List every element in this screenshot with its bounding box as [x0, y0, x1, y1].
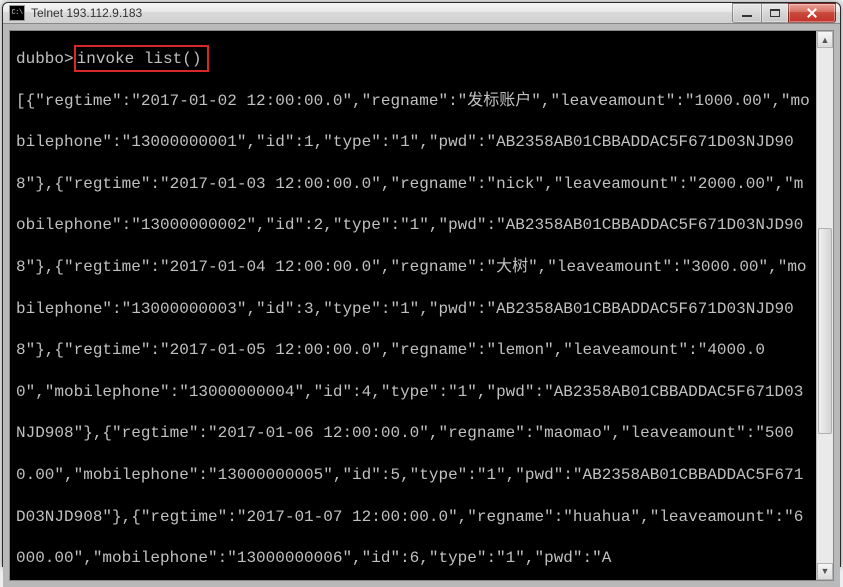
- maximize-button[interactable]: [761, 3, 789, 23]
- window-controls: [733, 3, 836, 23]
- scroll-up-button[interactable]: ▲: [817, 31, 833, 48]
- maximize-icon: [770, 9, 780, 17]
- terminal-output[interactable]: dubbo>invoke list() [{"regtime":"2017-01…: [10, 31, 816, 580]
- telnet-window: C:\ Telnet 193.112.9.183 dubbo>invoke li…: [2, 2, 841, 567]
- vertical-scrollbar[interactable]: ▲ ▼: [816, 31, 833, 580]
- output-text: [{"regtime":"2017-01-02 12:00:00.0","reg…: [16, 92, 810, 568]
- prompt: dubbo>: [16, 50, 74, 68]
- scroll-thumb[interactable]: [818, 228, 832, 434]
- scroll-down-button[interactable]: ▼: [817, 563, 833, 580]
- minimize-button[interactable]: [732, 3, 762, 23]
- minimize-icon: [742, 15, 752, 17]
- close-icon: [806, 7, 818, 19]
- titlebar[interactable]: C:\ Telnet 193.112.9.183: [3, 3, 840, 24]
- command-highlight: invoke list(): [74, 45, 210, 72]
- scroll-track[interactable]: [817, 48, 833, 563]
- close-button[interactable]: [788, 3, 836, 23]
- client-area: dubbo>invoke list() [{"regtime":"2017-01…: [3, 24, 840, 587]
- cmd-icon: C:\: [9, 5, 25, 21]
- window-title: Telnet 193.112.9.183: [31, 6, 733, 20]
- terminal-frame: dubbo>invoke list() [{"regtime":"2017-01…: [9, 30, 834, 581]
